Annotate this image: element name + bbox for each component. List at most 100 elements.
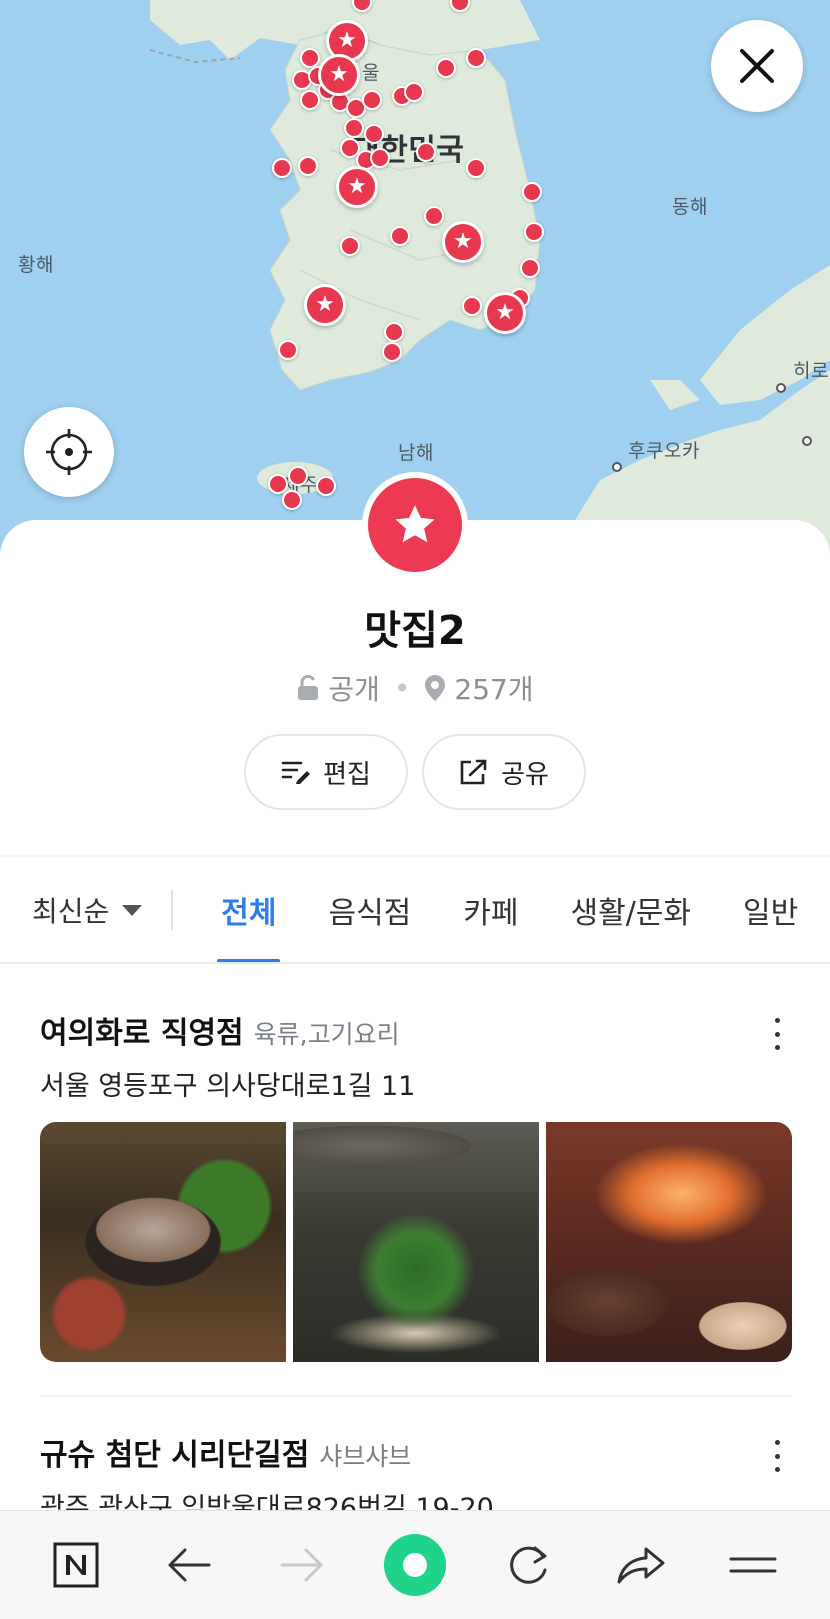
list-item[interactable]: 여의화로 직영점 육류,고기요리 서울 영등포구 의사당대로1길 11: [40, 1008, 792, 1103]
map-pin[interactable]: [344, 118, 364, 138]
map-pin[interactable]: [424, 206, 444, 226]
back-button[interactable]: [154, 1530, 224, 1600]
unlock-icon: [298, 675, 319, 700]
map-pin[interactable]: [282, 490, 302, 510]
folder-title: 맛집2: [364, 608, 466, 654]
share-button-label: 공유: [501, 759, 549, 790]
map-pin[interactable]: [298, 156, 318, 176]
tab-separator: [171, 890, 174, 930]
city-dot: [612, 462, 622, 472]
back-icon: [168, 1548, 211, 1582]
caret-down-icon: [122, 905, 143, 916]
map-label-seoul: 울: [362, 62, 380, 84]
current-location-button[interactable]: [24, 407, 114, 497]
place-address: 서울 영등포구 의사당대로1길 11: [40, 1071, 416, 1102]
tab-general[interactable]: 일반: [717, 857, 824, 963]
map-pin[interactable]: [316, 476, 336, 496]
share-box-icon: [460, 759, 487, 785]
photo-bbq-table[interactable]: [40, 1122, 286, 1362]
map-pin[interactable]: [364, 124, 384, 144]
list-divider: [40, 1395, 792, 1397]
tab-life-culture[interactable]: 생활/문화: [545, 857, 718, 963]
sort-dropdown[interactable]: 최신순: [0, 890, 171, 930]
city-dot: [802, 436, 812, 446]
reload-button[interactable]: [493, 1530, 563, 1600]
map-star-pin[interactable]: ★: [484, 292, 526, 334]
place-count: 257개: [454, 673, 534, 706]
map-star-pin[interactable]: ★: [318, 54, 360, 96]
map-label-yellow-sea: 황해: [18, 254, 54, 276]
city-dot: [776, 383, 786, 393]
action-buttons: 편집 공유: [0, 734, 830, 810]
edit-icon: [281, 761, 311, 784]
forward-icon: [280, 1548, 323, 1582]
place-name[interactable]: 규슈 첨단 시리단길점: [40, 1438, 309, 1473]
map-pin[interactable]: [384, 322, 404, 342]
folder-icon-wrapper: [362, 472, 468, 578]
place-category: 샤브샤브: [319, 1442, 412, 1471]
map-pin[interactable]: [300, 48, 320, 68]
menu-button[interactable]: [718, 1530, 788, 1600]
more-options-button[interactable]: [762, 1014, 792, 1054]
map-star-pin[interactable]: ★: [442, 221, 484, 263]
edit-button-label: 편집: [323, 759, 371, 790]
share-button-toolbar[interactable]: [606, 1530, 676, 1600]
tabs-divider: [0, 962, 830, 964]
naver-home-icon: [53, 1542, 99, 1588]
meta-separator: •: [393, 671, 411, 705]
more-options-button[interactable]: [762, 1436, 792, 1476]
map-pin[interactable]: [382, 342, 402, 362]
edit-button[interactable]: 편집: [244, 734, 408, 810]
map-label-south-sea: 남해: [398, 442, 434, 464]
map-pin[interactable]: [520, 258, 540, 278]
map-pin[interactable]: [522, 182, 542, 202]
visibility-label: 공개: [328, 673, 380, 706]
map-pin[interactable]: [466, 158, 486, 178]
place-category: 육류,고기요리: [253, 1020, 400, 1049]
photo-interior-garden[interactable]: [293, 1122, 539, 1362]
place-photos[interactable]: [40, 1122, 792, 1362]
naver-home-button[interactable]: [41, 1530, 111, 1600]
reload-icon: [510, 1546, 547, 1584]
close-button[interactable]: [711, 20, 803, 112]
map-label-east-sea: 동해: [672, 196, 708, 218]
photo-grill-fire[interactable]: [546, 1122, 792, 1362]
crosshair-icon: [46, 429, 92, 475]
map-pin[interactable]: [436, 58, 456, 78]
map-label-fukuoka: 후쿠오카: [628, 440, 700, 462]
map-pin[interactable]: [370, 148, 390, 168]
map-label-hiro: 히로: [793, 360, 829, 382]
map-pin[interactable]: [404, 82, 424, 102]
map-pin[interactable]: [462, 296, 482, 316]
share-button[interactable]: 공유: [422, 734, 586, 810]
map-pin[interactable]: [300, 90, 320, 110]
map-pin[interactable]: [288, 466, 308, 486]
map-pin[interactable]: [362, 90, 382, 110]
tab-restaurant[interactable]: 음식점: [302, 857, 437, 963]
map-pin[interactable]: [272, 158, 292, 178]
category-tabs: 최신순 전체 음식점 카페 생활/문화 일반: [0, 857, 830, 963]
location-pin-icon: [425, 675, 446, 701]
star-icon: [395, 505, 435, 543]
tab-cafe[interactable]: 카페: [437, 857, 544, 963]
map-pin[interactable]: [524, 222, 544, 242]
folder-sheet: 맛집2 공개 • 257개 편집 공유 최신순 전체 음식점 카페 생활/문화 …: [0, 472, 830, 1524]
share-icon: [617, 1547, 665, 1584]
sort-label: 최신순: [32, 895, 110, 928]
map-pin[interactable]: [278, 340, 298, 360]
map-pin[interactable]: [416, 142, 436, 162]
green-dot-button[interactable]: [380, 1530, 450, 1600]
place-name[interactable]: 여의화로 직영점: [40, 1016, 244, 1051]
map-pin[interactable]: [466, 48, 486, 68]
map-star-pin[interactable]: ★: [336, 166, 378, 208]
menu-icon: [729, 1557, 777, 1573]
map-pin[interactable]: [390, 226, 410, 246]
map-star-pin[interactable]: ★: [304, 284, 346, 326]
green-dot-icon: [383, 1534, 446, 1596]
close-icon: [740, 49, 774, 83]
tab-all[interactable]: 전체: [195, 857, 302, 963]
browser-toolbar: [0, 1510, 830, 1619]
folder-meta: 공개 • 257개: [0, 668, 830, 708]
forward-button[interactable]: [267, 1530, 337, 1600]
map-pin[interactable]: [340, 236, 360, 256]
